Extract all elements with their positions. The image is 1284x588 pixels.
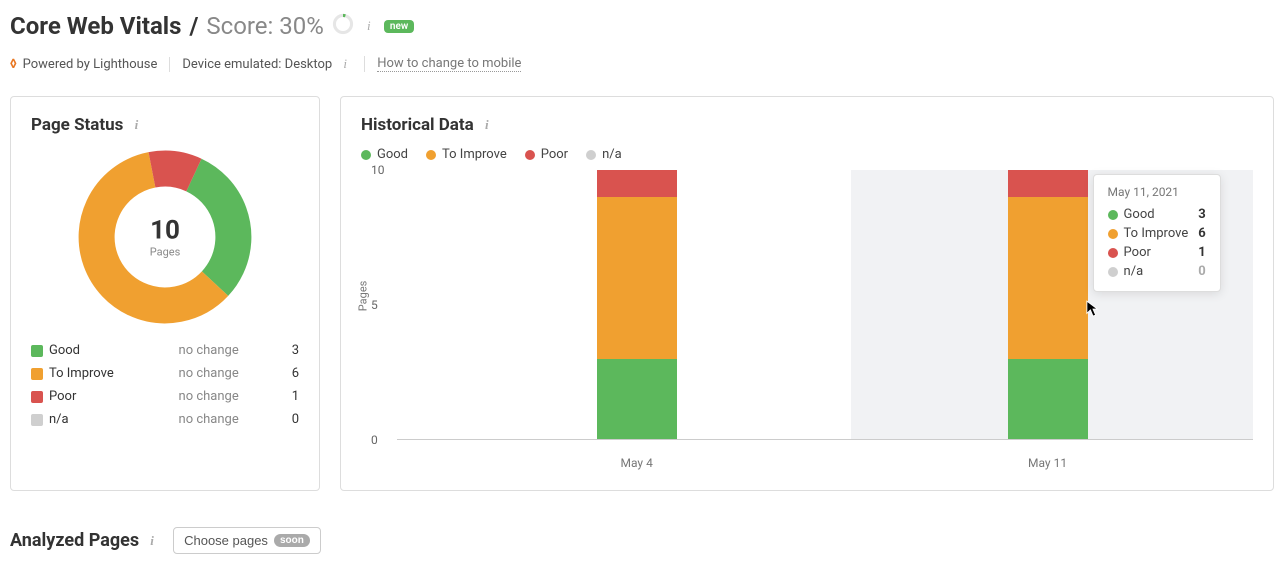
- y-tick: 5: [371, 298, 378, 312]
- x-tick-label: May 11: [1028, 456, 1067, 470]
- page-status-donut: 10 Pages: [75, 147, 255, 327]
- new-badge: new: [384, 20, 414, 33]
- chart-legend: Good To Improve Poor n/a: [361, 147, 1253, 162]
- page-status-card: Page Status i 10 Pages Good no change: [10, 96, 320, 491]
- dot-poor: [525, 150, 535, 160]
- score-label: Score: 30%: [206, 12, 323, 40]
- page-title: Core Web Vitals: [10, 12, 181, 40]
- info-icon[interactable]: i: [338, 56, 352, 72]
- cursor-icon: [1086, 300, 1100, 318]
- powered-by: ◊ Powered by Lighthouse: [10, 57, 170, 72]
- bar-seg-improve: [1008, 197, 1088, 359]
- lighthouse-icon: ◊: [10, 57, 17, 72]
- device-label: Device emulated: Desktop: [182, 57, 332, 72]
- device-emulated: Device emulated: Desktop i: [170, 56, 365, 72]
- donut-label: Pages: [150, 246, 181, 259]
- info-icon[interactable]: i: [362, 18, 376, 34]
- x-axis: [397, 439, 1253, 440]
- score-donut-icon: [332, 13, 354, 39]
- page-status-legend: Good no change 3 To Improve no change 6 …: [31, 339, 299, 431]
- title-sep: /: [189, 12, 198, 40]
- bar-column[interactable]: [597, 170, 677, 440]
- legend-row: Good no change 3: [31, 339, 299, 362]
- y-tick: 0: [371, 433, 378, 447]
- y-axis-label: Pages: [357, 281, 370, 312]
- how-to-change[interactable]: How to change to mobile: [365, 56, 533, 72]
- dot-improve: [426, 150, 436, 160]
- dot-poor: [31, 391, 43, 403]
- bar-seg-poor: [1008, 170, 1088, 197]
- analyzed-title: Analyzed Pages: [10, 530, 139, 551]
- bar-seg-improve: [597, 197, 677, 359]
- tooltip-date: May 11, 2021: [1108, 185, 1206, 199]
- analyzed-section: Analyzed Pages i Choose pages soon: [10, 527, 1274, 554]
- x-tick-label: May 4: [621, 456, 653, 470]
- legend-row: Poor no change 1: [31, 385, 299, 408]
- donut-total: 10: [150, 216, 181, 246]
- bar-seg-poor: [597, 170, 677, 197]
- page-header: Core Web Vitals / Score: 30% i new: [10, 12, 1274, 40]
- choose-pages-button[interactable]: Choose pages soon: [173, 527, 321, 554]
- legend-row: n/a no change 0: [31, 408, 299, 431]
- historical-title: Historical Data: [361, 115, 474, 135]
- dot-na: [31, 414, 43, 426]
- dot-good: [361, 150, 371, 160]
- how-link[interactable]: How to change to mobile: [377, 56, 521, 72]
- chart-tooltip: May 11, 2021 Good3 To Improve6 Poor1 n/a…: [1093, 174, 1221, 292]
- soon-badge: soon: [274, 534, 310, 547]
- dot-improve: [31, 368, 43, 380]
- legend-row: To Improve no change 6: [31, 362, 299, 385]
- info-icon[interactable]: i: [129, 117, 143, 133]
- dot-good: [31, 345, 43, 357]
- meta-bar: ◊ Powered by Lighthouse Device emulated:…: [10, 56, 1274, 72]
- info-icon[interactable]: i: [480, 117, 494, 133]
- dot-na: [586, 150, 596, 160]
- bar-seg-good: [597, 359, 677, 440]
- powered-label: Powered by Lighthouse: [23, 57, 158, 72]
- bar-column[interactable]: [1008, 170, 1088, 440]
- historical-card: Historical Data i Good To Improve Poor n…: [340, 96, 1274, 491]
- chart-area[interactable]: Pages 10 5 0 Ma: [397, 170, 1253, 470]
- y-tick: 10: [371, 163, 385, 177]
- page-status-title: Page Status: [31, 115, 123, 135]
- info-icon[interactable]: i: [145, 533, 159, 549]
- bar-seg-good: [1008, 359, 1088, 440]
